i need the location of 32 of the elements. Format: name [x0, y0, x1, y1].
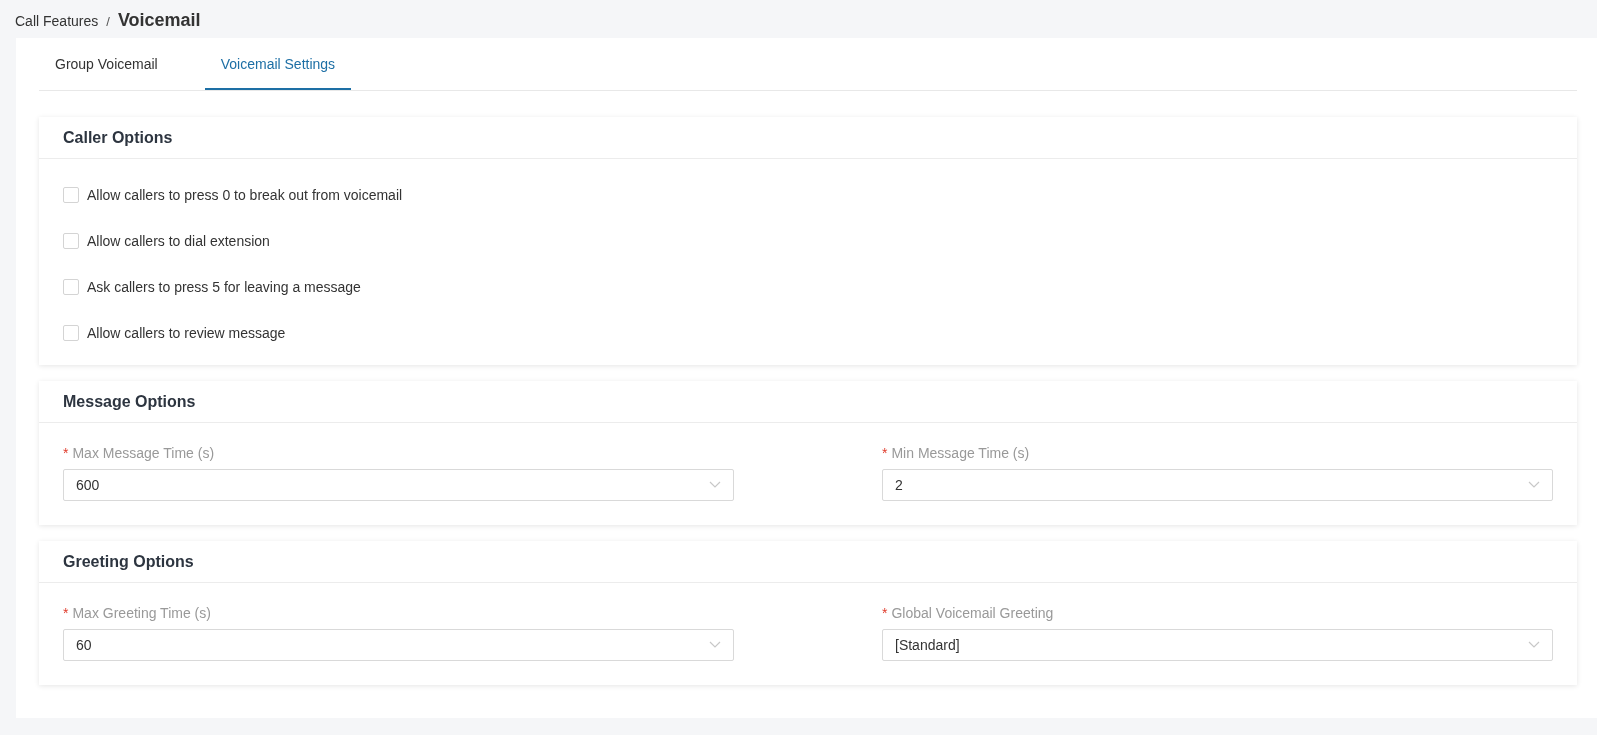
required-mark: * — [882, 445, 888, 461]
section-title: Message Options — [63, 392, 196, 411]
checkbox-label: Allow callers to press 0 to break out from voicemail — [87, 187, 403, 203]
chevron-down-icon — [1528, 641, 1540, 649]
page-title: Voicemail — [117, 10, 201, 31]
tab[interactable]: Voicemail Settings — [204, 38, 352, 90]
select-field[interactable]: [Standard] — [882, 629, 1553, 661]
checkbox[interactable] — [63, 233, 79, 249]
required-mark: * — [63, 605, 69, 621]
section-title: Caller Options — [63, 128, 173, 147]
select-field[interactable]: 2 — [882, 469, 1553, 501]
field-label: Max Message Time (s) — [72, 445, 215, 461]
checkbox[interactable] — [63, 325, 79, 341]
breadcrumb-separator: / — [106, 14, 110, 29]
field-label: Min Message Time (s) — [891, 445, 1030, 461]
field-label: Max Greeting Time (s) — [72, 605, 211, 621]
field-label: Global Voicemail Greeting — [891, 605, 1054, 621]
breadcrumb-link[interactable]: Call Features — [15, 13, 99, 29]
checkbox[interactable] — [63, 279, 79, 295]
checkbox[interactable] — [63, 187, 79, 203]
select-field[interactable]: 60 — [63, 629, 734, 661]
chevron-down-icon — [709, 481, 721, 489]
checkbox-label: Allow callers to review message — [87, 325, 286, 341]
chevron-down-icon — [709, 641, 721, 649]
section-title: Greeting Options — [63, 552, 194, 571]
required-mark: * — [63, 445, 69, 461]
select-field[interactable]: 600 — [63, 469, 734, 501]
required-mark: * — [882, 605, 888, 621]
tab[interactable]: Group Voicemail — [39, 38, 174, 90]
checkbox-label: Allow callers to dial extension — [87, 233, 270, 249]
chevron-down-icon — [1528, 481, 1540, 489]
checkbox-label: Ask callers to press 5 for leaving a message — [87, 279, 361, 295]
